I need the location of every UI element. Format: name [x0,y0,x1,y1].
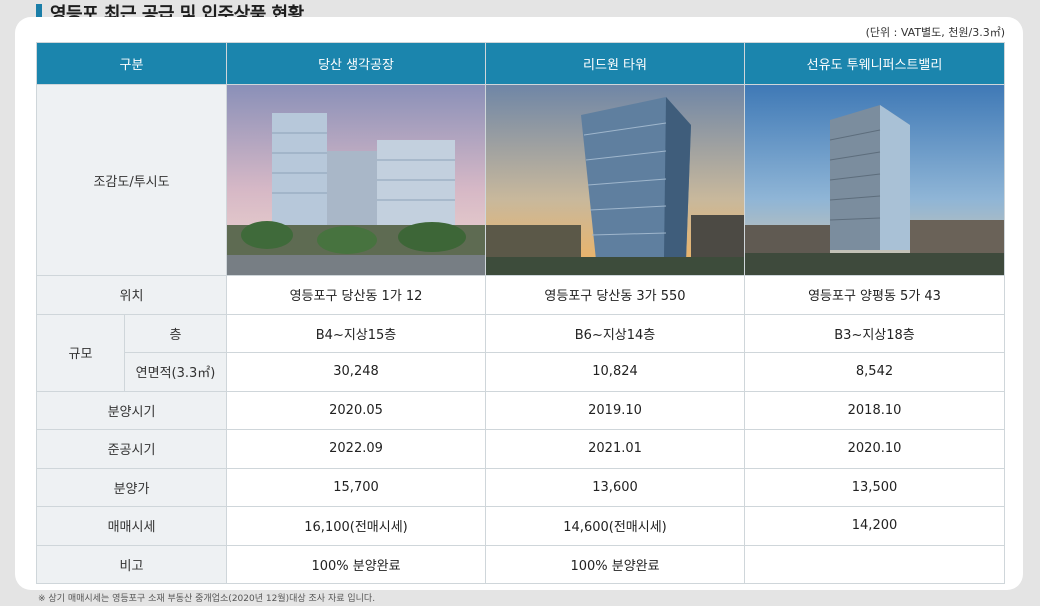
market-price-seonyudo: 14,200 [744,506,1006,546]
table-row-sale-price: 분양가 15,700 13,600 13,500 [35,467,1006,507]
completion-seonyudo: 2020.10 [744,429,1006,469]
row-label-image: 조감도/투시도 [35,84,228,276]
location-dangsan: 영등포구 당산동 1가 12 [226,275,487,315]
row-label-completion: 준공시기 [35,429,228,469]
table-row-image: 조감도/투시도 [35,84,1006,276]
row-label-sale-period: 분양시기 [35,390,228,430]
floors-leadone: B6~지상14층 [485,313,746,353]
sale-price-seonyudo: 13,500 [744,467,1006,507]
table-row-area: 연면적(3.3㎡) 30,248 10,824 8,542 [37,352,1006,392]
header-leadone: 리드원 타워 [485,42,746,85]
remarks-seonyudo [744,544,1006,584]
table-row-floors: 규모 층 B4~지상15층 B6~지상14층 B3~지상18층 [36,313,1006,392]
sale-period-dangsan: 2020.05 [226,390,487,430]
market-price-leadone: 14,600(전매시세) [485,506,746,546]
sale-price-dangsan: 15,700 [226,467,487,507]
floors-dangsan: B4~지상15층 [226,313,487,353]
footnote: ※ 상기 매매시세는 영등포구 소재 부동산 중개업소(2020년 12월)대상… [38,594,376,604]
completion-dangsan: 2022.09 [226,429,487,469]
unit-note: (단위 : VAT별도, 천원/3.3㎡) [865,26,1005,39]
row-label-floors: 층 [123,313,228,353]
building-rendering-image-1 [227,85,485,275]
row-label-location: 위치 [35,275,228,315]
area-dangsan: 30,248 [226,352,487,392]
building-rendering-image-3 [745,85,1004,275]
row-label-scale: 규모 [36,313,125,392]
supply-table: 구분 당산 생각공장 리드원 타워 선유도 투웨니퍼스트밸리 조감도/투시도 위… [35,42,1006,584]
row-label-market-price: 매매시세 [35,506,228,546]
rendering-leadone [485,84,746,276]
rendering-seonyudo [744,84,1006,276]
row-label-remarks: 비고 [35,544,228,584]
completion-leadone: 2021.01 [485,429,746,469]
header-seonyudo: 선유도 투웨니퍼스트밸리 [744,42,1006,85]
sale-period-leadone: 2019.10 [485,390,746,430]
location-seonyudo: 영등포구 양평동 5가 43 [744,275,1006,315]
area-seonyudo: 8,542 [744,352,1006,392]
remarks-leadone: 100% 분양완료 [485,544,746,584]
table-row-completion: 준공시기 2022.09 2021.01 2020.10 [35,429,1006,469]
table-header-row: 구분 당산 생각공장 리드원 타워 선유도 투웨니퍼스트밸리 [35,42,1006,85]
row-label-area: 연면적(3.3㎡) [123,352,228,392]
table-row-remarks: 비고 100% 분양완료 100% 분양완료 [35,544,1006,584]
table-row-market-price: 매매시세 16,100(전매시세) 14,600(전매시세) 14,200 [35,506,1006,546]
floors-seonyudo: B3~지상18층 [744,313,1006,353]
remarks-dangsan: 100% 분양완료 [226,544,487,584]
row-label-sale-price: 분양가 [35,467,228,507]
building-rendering-image-2 [486,85,744,275]
area-leadone: 10,824 [485,352,746,392]
sale-price-leadone: 13,600 [485,467,746,507]
market-price-dangsan: 16,100(전매시세) [226,506,487,546]
header-dangsan: 당산 생각공장 [226,42,487,85]
sale-period-seonyudo: 2018.10 [744,390,1006,430]
table-row-location: 위치 영등포구 당산동 1가 12 영등포구 당산동 3가 550 영등포구 양… [35,275,1006,315]
table-row-sale-period: 분양시기 2020.05 2019.10 2018.10 [35,390,1006,430]
header-category: 구분 [35,42,228,85]
location-leadone: 영등포구 당산동 3가 550 [485,275,746,315]
rendering-dangsan [226,84,487,276]
